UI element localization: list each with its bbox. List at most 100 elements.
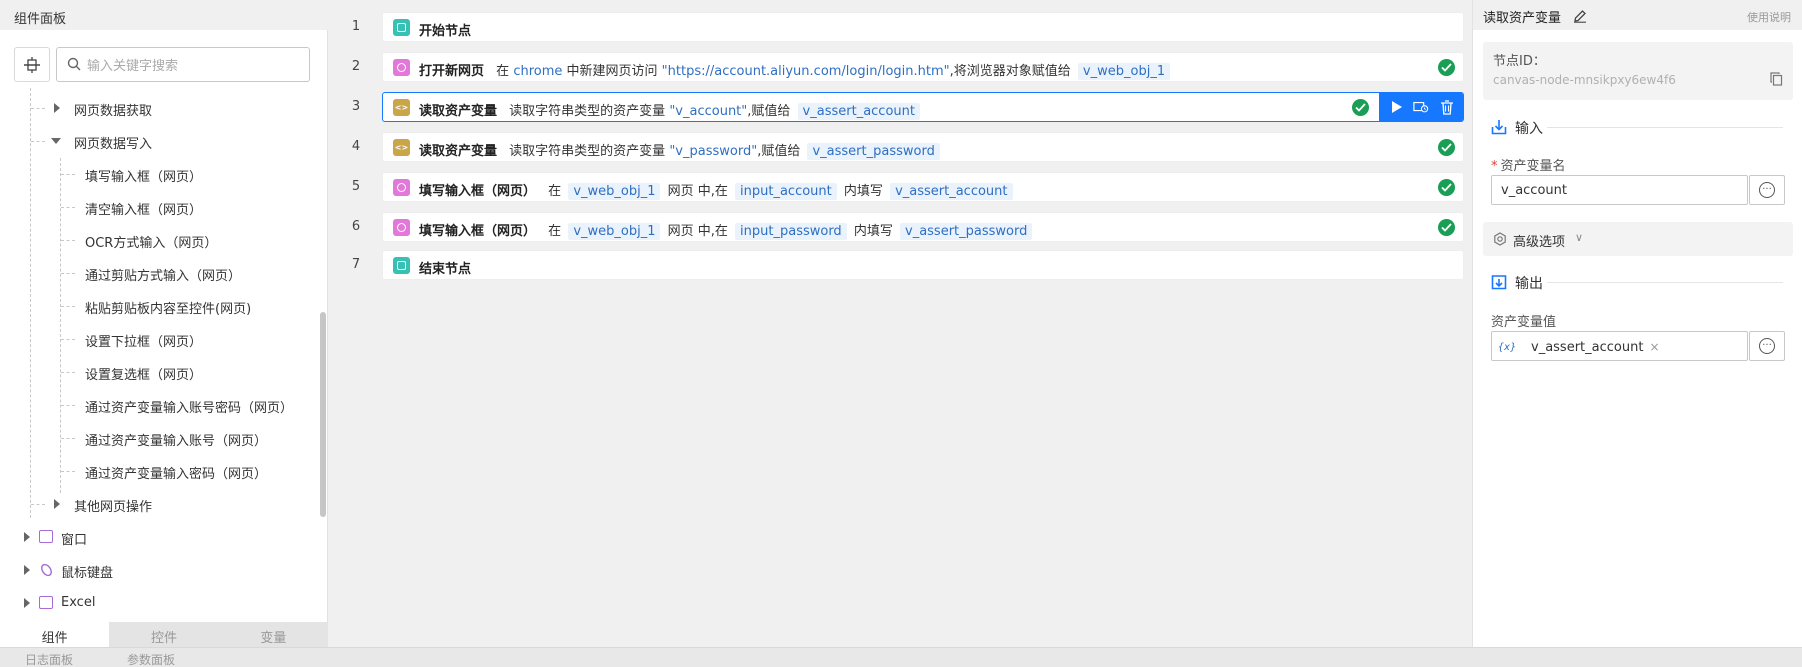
url-value: "https://account.aliyun.com/login/login.… [661,64,950,79]
expand-arrow-icon[interactable] [24,598,30,608]
asset-variable-icon: <> [393,99,410,116]
tree-leaf[interactable]: 通过资产变量输入账号（网页） [0,426,318,450]
flow-node-card-selected[interactable]: <> 读取资产变量 读取字符串类型的资产变量 "v_account",赋值给 v… [382,92,1464,122]
asset-name-more-button[interactable]: ··· [1749,175,1785,205]
row-action-bar [1379,92,1463,122]
tree-leaf[interactable]: 通过资产变量输入账号密码（网页） [0,393,318,417]
run-from-here-icon[interactable] [1413,99,1429,115]
search-icon [67,57,81,71]
tree-node-other-web-ops[interactable]: 其他网页操作 [0,492,318,516]
asset-value-more-button[interactable]: ··· [1749,331,1785,361]
flow-node-card[interactable]: 开始节点 [382,12,1464,42]
variable-tag: v_web_obj_1 [1077,63,1171,80]
row-number: 5 [351,179,361,194]
flow-row-open-page[interactable]: 2 打开新网页 在 chrome 中新建网页访问 "https://accoun… [328,50,1472,84]
tree-category-excel[interactable]: Excel [0,591,318,615]
tree-leaf[interactable]: OCR方式输入（网页） [0,228,318,252]
flow-node-card[interactable]: 填写输入框（网页） 在 v_web_obj_1 网页 中,在 input_pas… [382,212,1464,242]
tab-controls[interactable]: 控件 [109,622,219,647]
row-number: 1 [351,19,361,34]
component-tree: 网页数据获取 网页数据写入 填写输入框（网页） 清空输入框（网页） OCR方式输… [0,88,318,620]
expand-arrow-icon[interactable] [24,565,30,575]
help-link[interactable]: 使用说明 [1747,9,1791,25]
collapse-all-button[interactable] [14,47,50,82]
variable-tag: v_assert_password [807,143,940,160]
flow-node-card[interactable]: 填写输入框（网页） 在 v_web_obj_1 网页 中,在 input_acc… [382,172,1464,202]
asset-value-input[interactable]: {x} v_assert_account × [1491,331,1748,361]
tree-leaf[interactable]: 通过资产变量输入密码（网页） [0,459,318,483]
divider [1547,282,1783,283]
flow-row-fill-password[interactable]: 6 填写输入框（网页） 在 v_web_obj_1 网页 中,在 input_p… [328,210,1472,244]
collapse-arrow-icon[interactable] [51,138,61,144]
flow-node-card[interactable]: <> 读取资产变量 读取字符串类型的资产变量 "v_password",赋值给 … [382,132,1464,162]
bottom-status-bar: 日志面板 参数面板 [0,647,1802,667]
flow-node-card[interactable]: 打开新网页 在 chrome 中新建网页访问 "https://account.… [382,52,1464,82]
flow-row-start[interactable]: 1 开始节点 [328,10,1472,44]
success-check-icon [1352,99,1369,116]
delete-icon[interactable] [1439,99,1455,115]
web-page-icon [393,219,410,236]
flow-row-read-asset-account[interactable]: 3 <> 读取资产变量 读取字符串类型的资产变量 "v_account",赋值给… [328,90,1472,124]
tree-leaf[interactable]: 填写输入框（网页） [0,162,318,186]
tree-node-web-data-get[interactable]: 网页数据获取 [0,96,318,120]
properties-header: 读取资产变量 使用说明 [1473,0,1802,30]
expand-arrow-icon[interactable] [54,103,60,113]
component-panel: 组件面板 输入关键字搜索 网页数据获取 网页数据写入 填写输入框（网页） 清空输… [0,0,328,647]
browser-value: chrome [513,64,563,79]
element-tag: input_account [735,183,837,200]
node-title: 打开新网页 [419,64,485,79]
tree-node-web-data-write[interactable]: 网页数据写入 [0,129,318,153]
advanced-options-toggle[interactable]: 高级选项 ∨ [1483,222,1793,256]
window-icon [39,530,53,543]
flow-canvas: 1 开始节点 2 打开新网页 在 chrome 中新建网页访问 "https:/… [328,0,1472,647]
flow-node-card[interactable]: 结束节点 [382,250,1464,280]
node-title: 读取资产变量 [419,144,498,159]
row-number: 3 [351,99,361,114]
tree-leaf[interactable]: 设置复选框（网页） [0,360,318,384]
expand-arrow-icon[interactable] [54,499,60,509]
edit-icon[interactable] [1573,9,1587,23]
tree-leaf[interactable]: 设置下拉框（网页） [0,327,318,351]
asset-name-value: "v_account" [669,104,748,119]
start-node-icon [393,19,410,36]
left-panel-tabs: 组件 控件 变量 [0,622,328,647]
component-panel-title: 组件面板 [0,0,328,30]
asset-name-label: * 资产变量名 [1491,159,1566,174]
search-input[interactable] [87,55,297,75]
tree-leaf[interactable]: 粘贴剪贴板内容至控件(网页) [0,294,318,318]
properties-panel: 读取资产变量 使用说明 节点ID： canvas-node-mnsikpxy6e… [1472,0,1802,647]
chevron-down-icon: ∨ [1575,231,1584,244]
success-check-icon [1438,179,1455,196]
component-search[interactable] [56,47,310,82]
tree-category-window[interactable]: 窗口 [0,525,318,549]
row-number: 2 [351,59,361,74]
gear-icon [1494,232,1506,246]
excel-icon [39,596,53,609]
app-window: 组件面板 输入关键字搜索 网页数据获取 网页数据写入 填写输入框（网页） 清空输… [0,0,1802,667]
log-panel-tab[interactable]: 日志面板 [25,651,73,667]
remove-chip-icon[interactable]: × [1649,340,1659,354]
variable-tag: v_web_obj_1 [568,183,661,200]
param-panel-tab[interactable]: 参数面板 [127,651,175,667]
tab-variables[interactable]: 变量 [218,622,328,647]
asset-name-input[interactable]: v_account [1491,175,1748,205]
flow-row-end[interactable]: 7 结束节点 [328,248,1472,282]
tree-category-mouse-keyboard[interactable]: 鼠标键盘 [0,558,318,582]
success-check-icon [1438,59,1455,76]
divider [1547,127,1783,128]
success-check-icon [1438,219,1455,236]
tree-leaf[interactable]: 通过剪贴方式输入（网页） [0,261,318,285]
copy-icon[interactable] [1770,72,1783,86]
run-icon[interactable] [1389,99,1405,115]
node-title: 填写输入框（网页） [419,224,537,239]
tab-components[interactable]: 组件 [0,622,110,647]
tree-scrollbar[interactable] [320,312,326,517]
flow-row-fill-account[interactable]: 5 填写输入框（网页） 在 v_web_obj_1 网页 中,在 input_a… [328,170,1472,204]
tree-leaf[interactable]: 清空输入框（网页） [0,195,318,219]
variable-tag: v_assert_account [890,183,1013,200]
flow-row-read-asset-password[interactable]: 4 <> 读取资产变量 读取字符串类型的资产变量 "v_password",赋值… [328,130,1472,164]
expand-arrow-icon[interactable] [24,532,30,542]
row-number: 4 [351,139,361,154]
row-number: 7 [351,257,361,272]
node-title: 开始节点 [419,24,472,39]
